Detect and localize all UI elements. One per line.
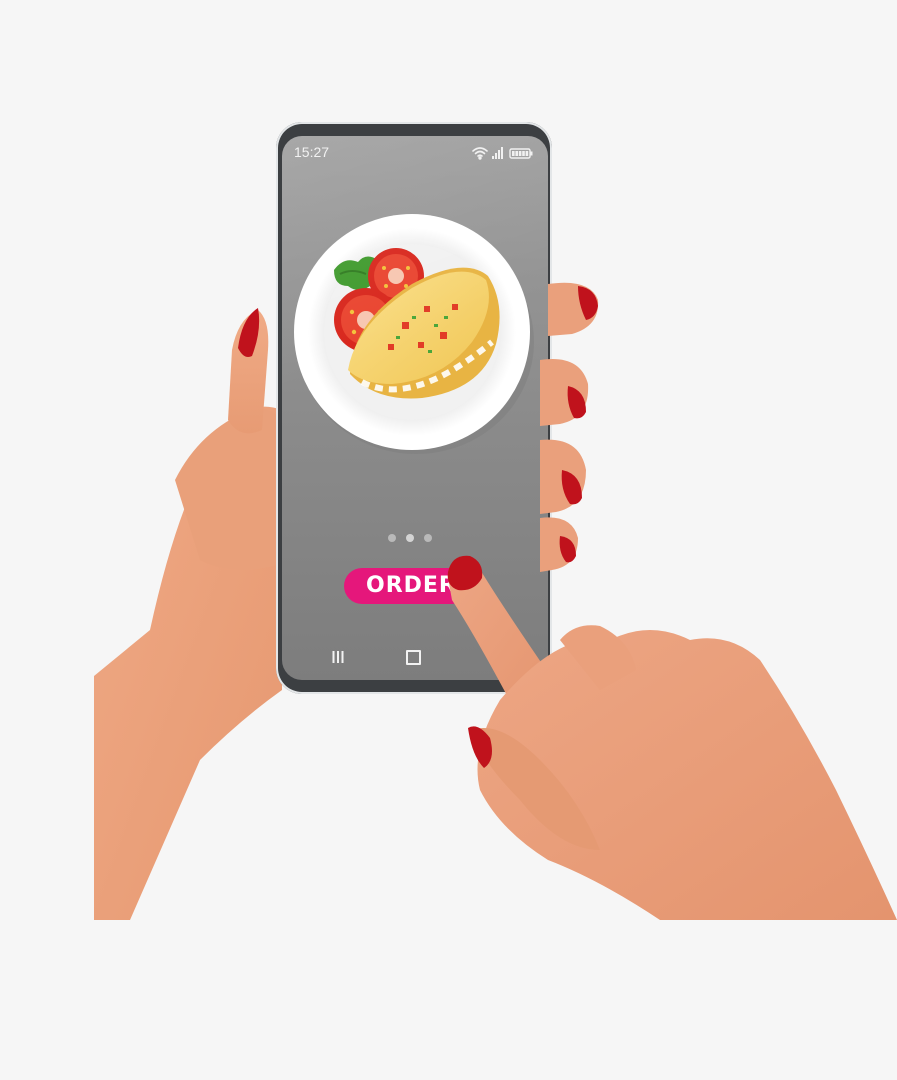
scene: 15:27 ORDER xyxy=(0,0,897,1080)
right-hand-illustration xyxy=(447,555,897,920)
